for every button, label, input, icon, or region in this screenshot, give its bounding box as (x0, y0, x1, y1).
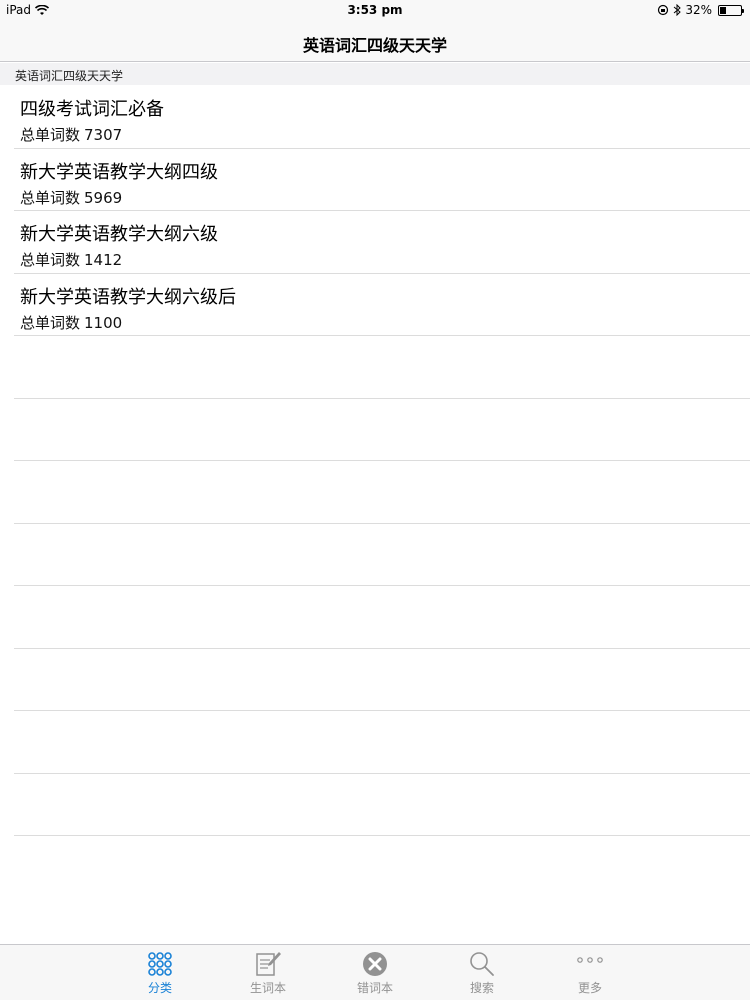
list-item-subtitle: 总单词数 1412 (20, 249, 122, 270)
tab-label: 搜索 (469, 981, 494, 995)
vocabulary-list: 四级考试词汇必备 总单词数 7307 新大学英语教学大纲四级 总单词数 5969 新… (0, 86, 750, 836)
empty-row (14, 586, 750, 649)
status-right: 32% (657, 3, 744, 17)
tab-wrong-words[interactable]: 错词本 (335, 951, 415, 999)
tab-label: 生词本 (249, 981, 286, 995)
status-time: 3:53 pm (347, 3, 403, 17)
empty-row (14, 649, 750, 711)
empty-row (14, 399, 750, 461)
notebook-pencil-icon (256, 952, 281, 976)
tab-new-words[interactable]: 生词本 (228, 951, 308, 999)
page-title: 英语词汇四级天天学 (302, 36, 447, 55)
tab-bar: 分类 生词本 错词本 搜索 更多 (0, 944, 750, 1000)
section-header: 英语词汇四级天天学 (0, 63, 750, 85)
list-item[interactable]: 新大学英语教学大纲四级 总单词数 5969 (14, 149, 750, 211)
word-count-value: 1100 (84, 313, 123, 332)
list-item[interactable]: 新大学英语教学大纲六级 总单词数 1412 (14, 211, 750, 274)
word-count-value: 1412 (84, 251, 123, 269)
list-item-title: 四级考试词汇必备 (20, 99, 164, 120)
list-item[interactable]: 四级考试词汇必备 总单词数 7307 (14, 86, 750, 149)
bluetooth-icon (674, 4, 682, 16)
tab-label: 分类 (147, 981, 172, 995)
list-item-title: 新大学英语教学大纲四级 (20, 161, 218, 183)
tab-label: 错词本 (356, 981, 393, 995)
navigation-bar: 英语词汇四级天天学 (0, 22, 750, 62)
tab-search[interactable]: 搜索 (442, 951, 522, 999)
word-count-label: 总单词数 (20, 251, 81, 269)
word-count-label: 总单词数 (20, 188, 81, 207)
empty-row (14, 461, 750, 524)
status-bar: iPad 3:53 pm 32% (0, 0, 750, 22)
battery-fill (720, 6, 726, 14)
list-item-subtitle: 总单词数 7307 (20, 124, 122, 145)
empty-row (14, 524, 750, 586)
rotation-lock-icon (658, 4, 669, 16)
list-item[interactable]: 新大学英语教学大纲六级后 总单词数 1100 (14, 274, 750, 336)
list-item-subtitle: 总单词数 1100 (20, 312, 122, 333)
search-icon (470, 952, 494, 976)
tab-label: 更多 (577, 981, 602, 995)
word-count-value: 5969 (84, 188, 123, 207)
list-item-title: 新大学英语教学大纲六级后 (20, 286, 236, 308)
tab-category[interactable]: 分类 (120, 951, 200, 999)
empty-row (14, 774, 750, 836)
battery-icon (718, 4, 744, 16)
x-circle-icon (363, 952, 387, 976)
grid-dots-icon (148, 952, 172, 976)
word-count-label: 总单词数 (20, 313, 81, 332)
battery-percent: 32% (685, 3, 712, 17)
more-dots-icon (577, 957, 603, 963)
list-item-subtitle: 总单词数 5969 (20, 187, 122, 208)
list-item-title: 新大学英语教学大纲六级 (20, 224, 218, 245)
word-count-value: 7307 (84, 126, 123, 144)
tab-more[interactable]: 更多 (550, 951, 630, 999)
empty-row (14, 336, 750, 399)
empty-row (14, 711, 750, 774)
word-count-label: 总单词数 (20, 126, 81, 144)
